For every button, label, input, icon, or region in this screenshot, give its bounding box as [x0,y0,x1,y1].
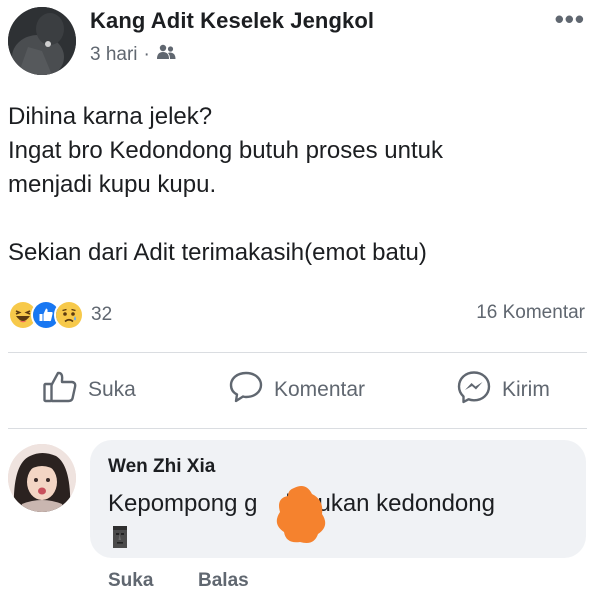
meta-separator: · [143,44,150,65]
divider [8,352,587,353]
send-button[interactable]: Kirim [456,370,550,410]
post-text-line: Sekian dari Adit terimakasih(emot batu) [8,239,427,266]
post-text-line: Ingat bro Kedondong butuh proses untuk [8,137,443,164]
post-body: Dihina karna jelek? Ingat bro Kedondong … [8,100,583,270]
comment-bubble: Wen Zhi Xia Kepompong gk bukan kedondong [90,440,586,558]
friends-icon [156,44,176,66]
comment-reply-button[interactable]: Balas [198,570,249,592]
messenger-icon [456,370,492,410]
divider [8,428,587,429]
post-time[interactable]: 3 hari [90,44,138,66]
comment-count[interactable]: 16 Komentar [476,302,585,324]
comment-button-label: Komentar [274,378,366,401]
comment-button[interactable]: Komentar [228,370,365,410]
reaction-count: 32 [91,304,113,325]
post-meta: 3 hari · [90,44,176,66]
post-author-name[interactable]: Kang Adit Keselek Jengkol [90,8,374,34]
comment-author-avatar[interactable] [8,444,76,512]
like-button-label: Suka [88,378,136,401]
censor-scribble [276,486,326,543]
post-text-line: Dihina karna jelek? [8,103,213,130]
like-button[interactable]: Suka [42,370,136,410]
post-author-avatar[interactable] [8,7,76,75]
send-button-label: Kirim [502,378,550,401]
reaction-summary[interactable]: 32 [8,300,112,330]
comment-text-part: Kepompong g [108,490,258,517]
post-text-blank [8,202,583,236]
more-options-icon[interactable]: ••• [555,4,585,35]
thumbs-up-icon [42,370,78,410]
speech-bubble-icon [228,370,264,410]
moai-icon [110,524,130,550]
sad-reaction-icon [54,300,84,330]
post-text-line: menjadi kupu kupu. [8,171,217,198]
comment-author-name[interactable]: Wen Zhi Xia [108,456,215,478]
comment-like-button[interactable]: Suka [108,570,153,592]
